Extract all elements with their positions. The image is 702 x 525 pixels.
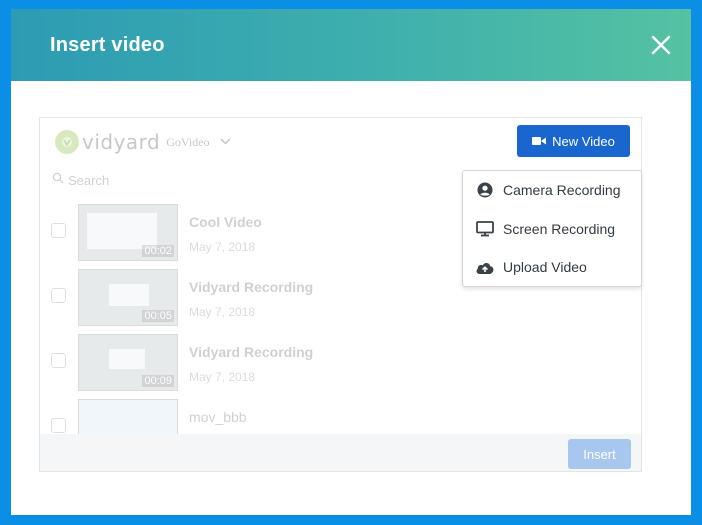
video-thumbnail: 00:09 <box>78 334 178 391</box>
video-title: Cool Video <box>189 214 262 230</box>
new-video-label: New Video <box>552 133 615 149</box>
video-checkbox[interactable] <box>51 288 66 303</box>
video-checkbox[interactable] <box>51 353 66 368</box>
modal-title: Insert video <box>50 34 165 56</box>
video-title: mov_bbb <box>189 409 247 425</box>
video-list-item[interactable]: 00:09 Vidyard Recording May 7, 2018 <box>40 334 640 394</box>
video-date: May 7, 2018 <box>189 370 256 384</box>
insert-button[interactable]: Insert <box>568 439 631 469</box>
menu-item-camera-recording[interactable]: Camera Recording <box>463 171 641 209</box>
panel-footer: Insert <box>40 434 641 471</box>
modal-header: Insert video <box>11 9 691 81</box>
video-thumbnail: 00:02 <box>78 204 178 261</box>
video-duration: 00:05 <box>142 310 174 322</box>
vidyard-logo-icon <box>55 130 79 154</box>
video-checkbox[interactable] <box>51 223 66 238</box>
video-title: Vidyard Recording <box>189 344 314 360</box>
menu-item-upload-video[interactable]: Upload Video <box>463 248 641 286</box>
monitor-icon <box>475 221 495 237</box>
close-button[interactable] <box>647 31 675 59</box>
video-date: May 7, 2018 <box>189 240 256 254</box>
video-title: Vidyard Recording <box>189 279 314 295</box>
video-date: May 7, 2018 <box>189 305 256 319</box>
brand-area: vidyard GoVideo <box>55 128 231 156</box>
menu-item-label: Camera Recording <box>503 182 621 198</box>
video-thumbnail: 00:05 <box>78 269 178 326</box>
new-video-menu: Camera Recording Screen Recording Upload… <box>462 170 642 287</box>
user-circle-icon <box>475 182 495 198</box>
cloud-upload-icon <box>475 260 495 275</box>
menu-item-screen-recording[interactable]: Screen Recording <box>463 210 641 248</box>
chevron-down-icon[interactable] <box>220 136 231 148</box>
video-duration: 00:09 <box>142 375 174 387</box>
workspace-name[interactable]: GoVideo <box>166 135 209 150</box>
search-icon <box>52 171 64 189</box>
brand-name: vidyard <box>82 130 161 154</box>
menu-item-label: Upload Video <box>503 259 587 275</box>
video-checkbox[interactable] <box>51 418 66 433</box>
search-input[interactable]: Search <box>52 171 109 189</box>
new-video-button[interactable]: New Video <box>517 125 630 157</box>
close-icon <box>651 35 671 55</box>
menu-item-label: Screen Recording <box>503 221 616 237</box>
search-placeholder: Search <box>68 172 110 188</box>
video-camera-icon <box>532 136 547 146</box>
video-duration: 00:02 <box>142 245 174 257</box>
